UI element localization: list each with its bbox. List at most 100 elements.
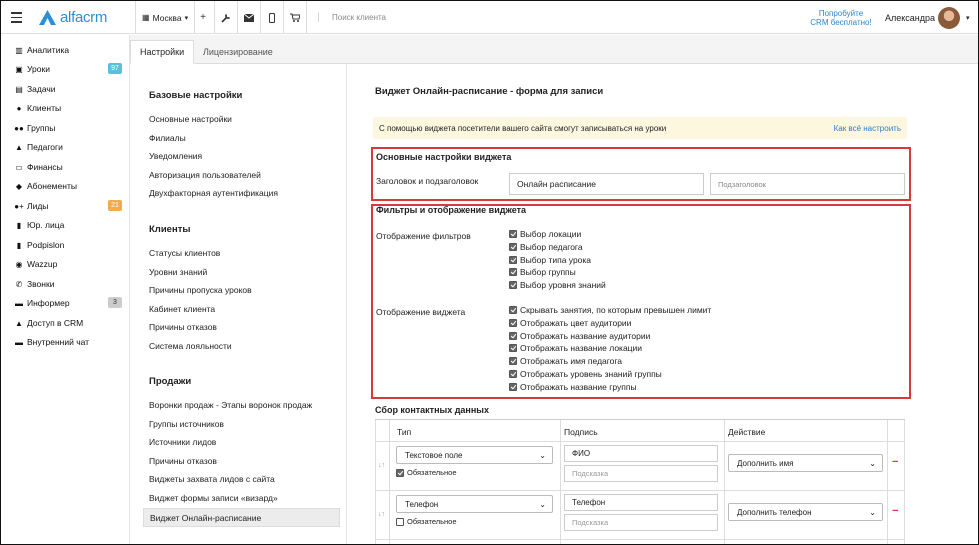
sidebar-item-10[interactable]: ▮ Podpislon	[14, 238, 124, 252]
sidebar-item-15[interactable]: ▬ Внутренний чат	[14, 335, 124, 349]
hint-input[interactable]: Подсказка	[564, 514, 718, 531]
settings-link[interactable]: Группы источников	[149, 419, 224, 429]
plus-icon[interactable]: +	[192, 1, 215, 34]
checkbox-checked-icon[interactable]	[509, 268, 517, 277]
checkbox-checked-icon[interactable]	[509, 255, 517, 264]
title-input[interactable]: Онлайн расписание	[509, 173, 704, 195]
contacts-table: Тип Подпись Действие ↓↑ Текстовое поле ⌄…	[375, 419, 905, 544]
settings-link[interactable]: Уведомления	[149, 151, 202, 161]
filter-option-checkbox[interactable]: Выбор уровня знаний	[509, 279, 606, 291]
city-selector[interactable]: ▦ Москва ▾	[135, 1, 196, 34]
checkbox-empty-icon[interactable]	[396, 517, 404, 526]
display-option-checkbox[interactable]: Отображать название локации	[509, 342, 642, 354]
settings-link[interactable]: Уровни знаний	[149, 267, 207, 277]
settings-link[interactable]: Система лояльности	[149, 341, 232, 351]
hamburger-icon[interactable]	[9, 1, 23, 34]
type-select[interactable]: Текстовое поле ⌄	[396, 446, 553, 464]
sidebar-item-9[interactable]: ▮ Юр. лица	[14, 218, 124, 232]
sidebar-item-1[interactable]: ▣ Уроки 97	[14, 62, 124, 76]
checkbox-checked-icon[interactable]	[509, 344, 517, 353]
settings-link[interactable]: Филиалы	[149, 133, 186, 143]
sidebar-item-label: Педагоги	[27, 142, 63, 152]
sidebar-item-2[interactable]: ▤ Задачи	[14, 82, 124, 96]
subtitle-input[interactable]: Подзаголовок	[710, 173, 905, 195]
label-input[interactable]: ФИО	[564, 445, 718, 462]
sidebar-item-7[interactable]: ◆ Абонементы	[14, 179, 124, 193]
settings-link[interactable]: Основные настройки	[149, 114, 232, 124]
avatar[interactable]	[938, 1, 962, 34]
settings-link[interactable]: Статусы клиентов	[149, 248, 220, 258]
hint-input[interactable]: Подсказка	[564, 465, 718, 482]
checkbox-checked-icon[interactable]	[509, 281, 517, 290]
filter-option-checkbox[interactable]: Выбор группы	[509, 266, 576, 278]
required-checkbox[interactable]: Обязательное	[396, 468, 457, 477]
checkbox-checked-icon[interactable]	[509, 318, 517, 327]
action-select[interactable]: Дополнить имя ⌄	[728, 454, 883, 472]
display-option-checkbox[interactable]: Отображать уровень знаний группы	[509, 368, 662, 380]
settings-link[interactable]: Причины пропуска уроков	[149, 285, 252, 295]
cart-icon[interactable]	[284, 1, 307, 34]
drag-handle-icon[interactable]: ↓↑	[378, 511, 385, 518]
info-notice: С помощью виджета посетители вашего сайт…	[373, 117, 907, 139]
settings-link[interactable]: Авторизация пользователей	[149, 170, 261, 180]
sidebar-item-13[interactable]: ▬ Информер 3	[14, 296, 124, 310]
drag-handle-icon[interactable]: ↓↑	[378, 462, 385, 469]
help-link[interactable]: Как всё настроить	[834, 124, 901, 133]
sidebar-item-4[interactable]: ●● Группы	[14, 121, 124, 135]
settings-link[interactable]: Виджет формы записи «визард»	[149, 493, 278, 503]
filter-option-checkbox[interactable]: Выбор типа урока	[509, 254, 591, 266]
checkbox-checked-icon[interactable]	[509, 242, 517, 251]
remove-row-button[interactable]: −	[892, 505, 898, 517]
required-checkbox[interactable]: Обязательное	[396, 517, 457, 526]
wrench-icon[interactable]	[215, 1, 238, 34]
type-select[interactable]: Телефон ⌄	[396, 495, 553, 513]
sidebar-item-8[interactable]: ●+ Лиды 21	[14, 199, 124, 213]
sidebar-item-5[interactable]: ▲ Педагоги	[14, 140, 124, 154]
user-icon: ●	[16, 103, 22, 113]
settings-link[interactable]: Виджеты захвата лидов с сайта	[149, 474, 275, 484]
settings-link[interactable]: Причины отказов	[149, 322, 217, 332]
display-option-checkbox[interactable]: Отображать имя педагога	[509, 355, 622, 367]
sidebar-item-12[interactable]: ✆ Звонки	[14, 277, 124, 291]
checkbox-checked-icon[interactable]	[509, 382, 517, 391]
chevron-down-icon[interactable]: ▾	[966, 1, 970, 34]
action-select[interactable]: Дополнить телефон ⌄	[728, 503, 883, 521]
sidebar-item-14[interactable]: ▲ Доступ в CRM	[14, 316, 124, 330]
sidebar-item-3[interactable]: ● Клиенты	[14, 101, 124, 115]
checkbox-checked-icon[interactable]	[509, 357, 517, 366]
phone-icon[interactable]	[261, 1, 284, 34]
tab-licensing[interactable]: Лицензирование	[194, 40, 282, 64]
settings-link[interactable]: Причины отказов	[149, 456, 217, 466]
remove-row-button[interactable]: −	[892, 456, 898, 468]
checkbox-checked-icon[interactable]	[509, 230, 517, 238]
tab-settings[interactable]: Настройки	[130, 40, 195, 64]
settings-link[interactable]: Двухфакторная аутентификация	[149, 188, 278, 198]
tab-bar: Настройки Лицензирование	[130, 35, 978, 64]
mail-icon[interactable]	[238, 1, 261, 34]
user-menu[interactable]: Александра	[885, 1, 935, 34]
settings-link[interactable]: Источники лидов	[149, 437, 216, 447]
logo[interactable]: alfacrm	[39, 1, 107, 34]
sidebar-item-6[interactable]: ▭ Финансы	[14, 160, 124, 174]
checkbox-checked-icon[interactable]	[509, 331, 517, 340]
settings-link-active[interactable]: Виджет Онлайн-расписание	[143, 508, 340, 527]
checkbox-checked-icon[interactable]	[396, 468, 404, 477]
checkbox-checked-icon[interactable]	[509, 306, 517, 314]
settings-link[interactable]: Кабинет клиента	[149, 304, 215, 314]
sidebar-item-0[interactable]: ▥ Аналитика	[14, 43, 124, 57]
sidebar-item-label: Лиды	[27, 201, 49, 211]
settings-section-title: Продажи	[149, 376, 192, 387]
promo-link[interactable]: Попробуйте CRM бесплатно!	[809, 1, 873, 34]
display-option-checkbox[interactable]: Отображать цвет аудитории	[509, 317, 631, 329]
sidebar-item-11[interactable]: ◉ Wazzup	[14, 257, 124, 271]
search-input[interactable]: Поиск клиента	[314, 1, 386, 34]
checkbox-checked-icon[interactable]	[509, 370, 517, 378]
settings-link[interactable]: Воронки продаж - Этапы воронок продаж	[149, 400, 312, 410]
display-option-checkbox[interactable]: Отображать название аудитории	[509, 330, 650, 342]
display-option-checkbox[interactable]: Скрывать занятия, по которым превышен ли…	[509, 304, 711, 316]
chevron-down-icon: ⌄	[539, 451, 546, 460]
filter-option-checkbox[interactable]: Выбор локации	[509, 228, 581, 240]
label-input[interactable]: Телефон	[564, 494, 718, 511]
filter-option-checkbox[interactable]: Выбор педагога	[509, 241, 583, 253]
display-option-checkbox[interactable]: Отображать название группы	[509, 381, 637, 393]
